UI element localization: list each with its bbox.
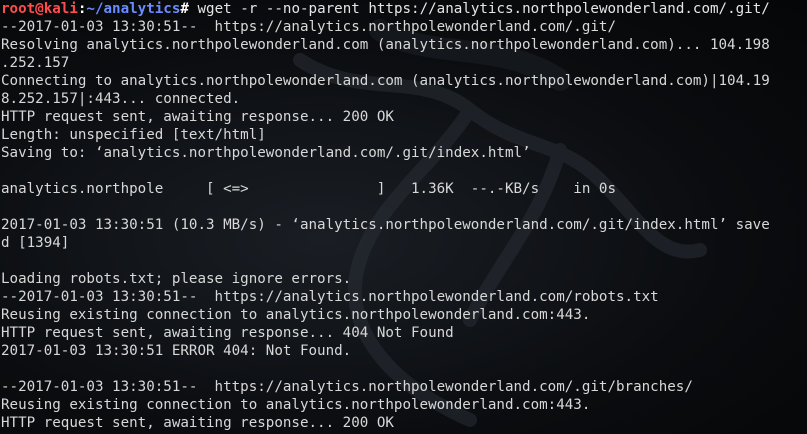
prompt-path: ~/analytics (86, 1, 181, 17)
progress-line: analytics.northpole [ <=> ] 1.36K --.-KB… (1, 181, 616, 197)
command-text: wget -r --no-parent https://analytics.no… (197, 1, 770, 17)
output-line: Saving to: ‘analytics.northpolewonderlan… (1, 145, 531, 161)
output-line: Resolving analytics.northpolewonderland.… (1, 37, 770, 53)
output-line: 2017-01-03 13:30:51 (10.3 MB/s) - ‘analy… (1, 217, 770, 233)
terminal-window[interactable]: root@kali:~/analytics# wget -r --no-pare… (0, 0, 807, 434)
error-line: 2017-01-03 13:30:51 ERROR 404: Not Found… (1, 343, 352, 359)
output-line: .252.157 (1, 55, 70, 71)
output-line: HTTP request sent, awaiting response... … (1, 415, 394, 431)
output-line: Length: unspecified [text/html] (1, 127, 266, 143)
output-line: --2017-01-03 13:30:51-- https://analytic… (1, 289, 659, 305)
output-line: --2017-01-03 13:30:51-- https://analytic… (1, 379, 693, 395)
output-line: HTTP request sent, awaiting response... … (1, 325, 454, 341)
prompt-symbol: # (180, 1, 198, 17)
output-line: Connecting to analytics.northpolewonderl… (1, 73, 770, 89)
prompt-user-host: root@kali (1, 1, 78, 17)
terminal-output: root@kali:~/analytics# wget -r --no-pare… (0, 0, 807, 432)
output-line: 8.252.157|:443... connected. (1, 91, 241, 107)
prompt-line: root@kali:~/analytics# wget -r --no-pare… (1, 0, 807, 18)
output-line: --2017-01-03 13:30:51-- https://analytic… (1, 19, 616, 35)
output-line: Reusing existing connection to analytics… (1, 397, 591, 413)
output-line: Loading robots.txt; please ignore errors… (1, 271, 352, 287)
output-line: HTTP request sent, awaiting response... … (1, 109, 394, 125)
output-line: Reusing existing connection to analytics… (1, 307, 591, 323)
output-line: d [1394] (1, 235, 70, 251)
